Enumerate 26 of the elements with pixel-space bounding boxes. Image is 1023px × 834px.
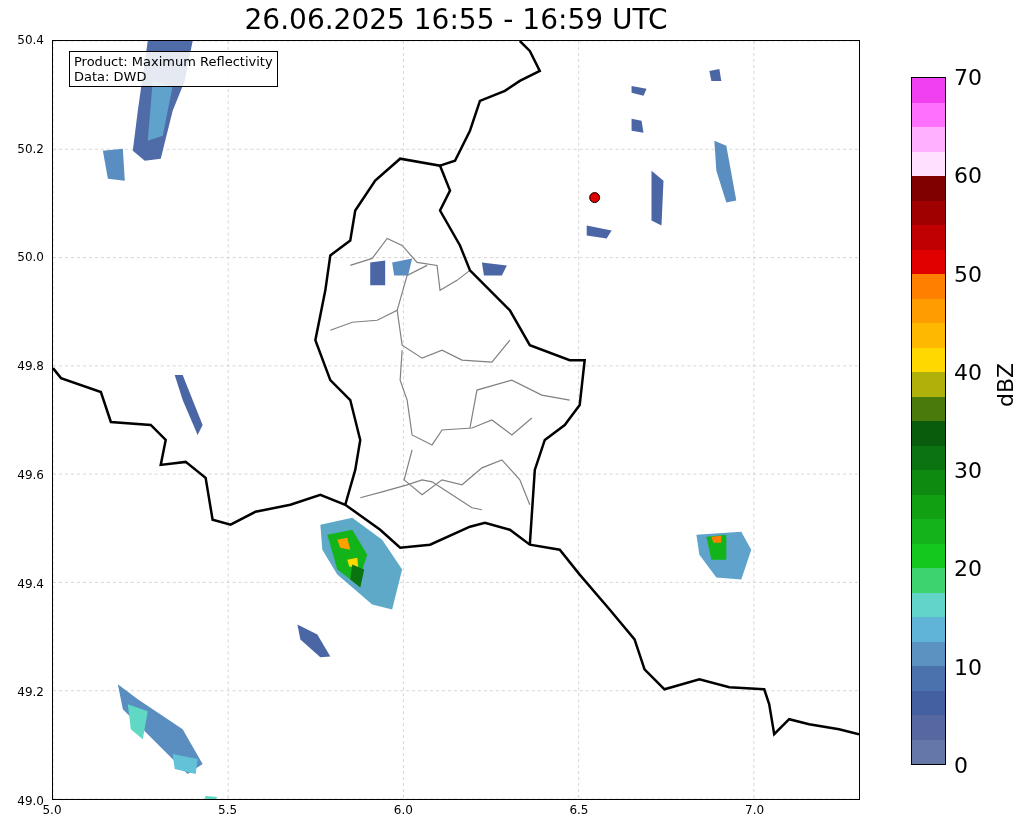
x-tick-label: 5.5 — [218, 803, 238, 817]
colorbar-tick-label: 70 — [954, 64, 982, 90]
y-tick-label: 49.4 — [17, 576, 44, 591]
y-tick-label: 50.0 — [17, 250, 44, 265]
colorbar-tick-label: 60 — [954, 162, 982, 188]
colorbar-tick-label: 20 — [954, 555, 982, 581]
y-tick-label: 49.6 — [17, 467, 44, 482]
x-tick-label: 7.0 — [745, 803, 765, 817]
legend-text: Product: Maximum Reflectivity — [74, 54, 273, 69]
colorbar-label: dBZ — [993, 362, 1018, 407]
colorbar-tick-label: 0 — [954, 752, 968, 778]
x-tick-label: 5.0 — [42, 803, 62, 817]
y-tick-label: 50.2 — [17, 141, 44, 156]
radar-site-icon — [589, 192, 601, 204]
x-tick-label: 6.0 — [393, 803, 413, 817]
chart-title: 26.06.2025 16:55 - 16:59 UTC — [243, 3, 669, 37]
x-tick-label: 6.5 — [569, 803, 589, 817]
y-tick-label: 49.8 — [17, 359, 44, 374]
colorbar-tick-label: 50 — [954, 261, 982, 287]
colorbar-tick-label: 30 — [954, 457, 982, 483]
colorbar-tick-label: 40 — [954, 359, 982, 385]
colorbar-tick-label: 10 — [954, 654, 982, 680]
y-tick-label: 49.0 — [17, 794, 44, 808]
y-tick-label: 49.2 — [17, 685, 44, 700]
y-tick-label: 50.4 — [17, 33, 44, 47]
legend-text: Data: DWD — [74, 69, 148, 84]
